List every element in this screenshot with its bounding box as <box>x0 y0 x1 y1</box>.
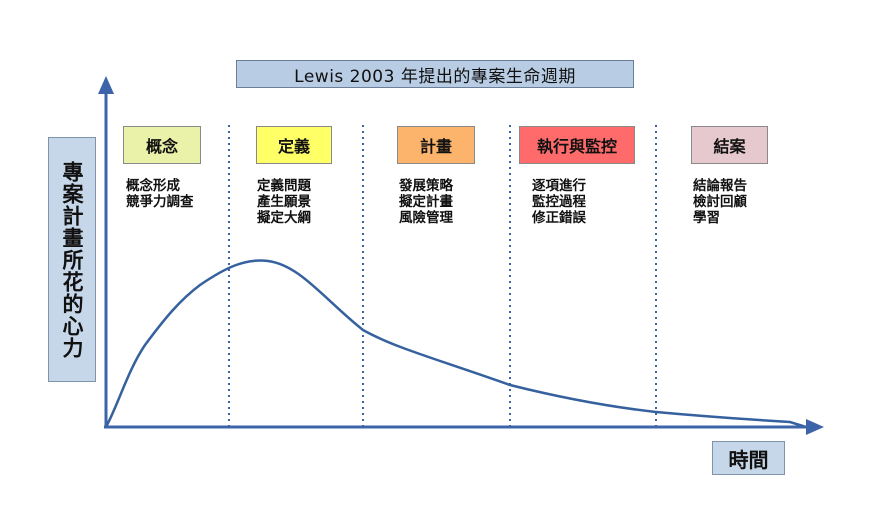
task-item: 風險管理 <box>399 210 453 226</box>
phase-execution-monitoring: 執行與監控 <box>519 126 635 164</box>
task-item: 逐項進行 <box>532 178 586 194</box>
effort-curve <box>104 259 807 429</box>
phase-concept-tasks: 概念形成 競爭力調查 <box>126 178 194 210</box>
phase-closure: 結案 <box>691 126 768 164</box>
task-item: 發展策略 <box>399 178 453 194</box>
task-item: 擬定計畫 <box>399 194 453 210</box>
phase-closure-tasks: 結論報告 檢討回顧 學習 <box>693 178 747 226</box>
diagram-title: Lewis 2003 年提出的專案生命週期 <box>236 60 634 88</box>
phase-planning: 計畫 <box>397 126 475 164</box>
task-item: 監控過程 <box>532 194 586 210</box>
task-item: 擬定大綱 <box>257 210 311 226</box>
phase-definition-tasks: 定義問題 產生願景 擬定大綱 <box>257 178 311 226</box>
task-item: 產生願景 <box>257 194 311 210</box>
task-item: 修正錯誤 <box>532 210 586 226</box>
phase-execution-tasks: 逐項進行 監控過程 修正錯誤 <box>532 178 586 226</box>
phase-concept: 概念 <box>123 126 201 164</box>
task-item: 檢討回顧 <box>693 194 747 210</box>
task-item: 競爭力調查 <box>126 194 194 210</box>
task-item: 概念形成 <box>126 178 180 194</box>
task-item: 結論報告 <box>693 178 747 194</box>
task-item: 定義問題 <box>257 178 311 194</box>
task-item: 學習 <box>693 210 720 226</box>
phase-planning-tasks: 發展策略 擬定計畫 風險管理 <box>399 178 453 226</box>
y-axis-label-text: 專案計畫所花的心力 <box>60 160 84 359</box>
phase-definition: 定義 <box>256 126 332 164</box>
y-axis-arrowhead <box>98 76 114 94</box>
x-axis-label: 時間 <box>712 441 785 475</box>
x-axis-arrowhead <box>806 419 824 435</box>
y-axis-label: 專案計畫所花的心力 <box>48 137 96 382</box>
